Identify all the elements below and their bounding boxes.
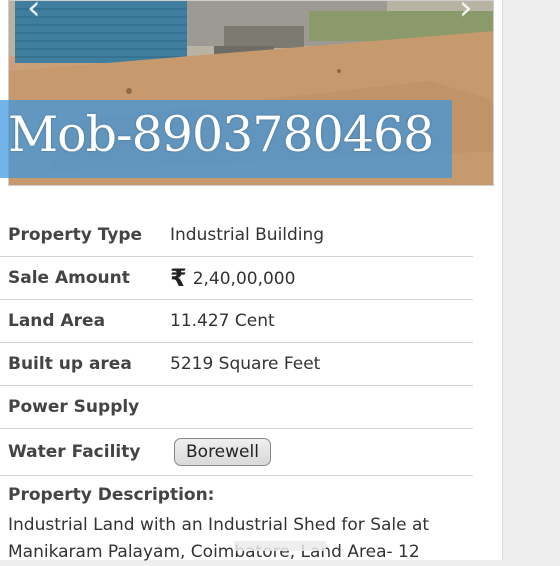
sale-amount-cell: ₹2,40,00,000 <box>170 256 473 300</box>
property-type-label: Property Type <box>0 214 170 257</box>
phone-overlay-text: Mob-8903780468 <box>8 106 434 163</box>
built-up-area-value: 5219 Square Feet <box>170 342 473 386</box>
sale-amount-value: 2,40,00,000 <box>192 269 296 289</box>
watermark <box>234 541 326 551</box>
table-row: Water Facility Borewell <box>0 428 473 476</box>
power-supply-value <box>170 385 473 429</box>
description-heading: Property Description: <box>8 485 215 505</box>
chevron-left-icon[interactable]: ‹ <box>27 1 41 25</box>
chevron-right-icon[interactable]: › <box>459 1 473 25</box>
built-up-area-label: Built up area <box>0 342 170 386</box>
table-row: Land Area 11.427 Cent <box>0 299 473 343</box>
rupee-icon: ₹ <box>170 264 187 292</box>
land-area-label: Land Area <box>0 299 170 343</box>
water-facility-cell: Borewell <box>170 428 473 476</box>
description-text: Industrial Land with an Industrial Shed … <box>8 515 430 562</box>
listing-card: ‹ › Mob-8903780468 Property Type Industr… <box>0 0 503 562</box>
sale-amount-label: Sale Amount <box>0 256 170 300</box>
table-row: Built up area 5219 Square Feet <box>0 342 473 386</box>
water-facility-label: Water Facility <box>0 428 170 476</box>
property-details-table: Property Type Industrial Building Sale A… <box>0 214 473 476</box>
land-area-value: 11.427 Cent <box>170 299 473 343</box>
power-supply-label: Power Supply <box>0 385 170 429</box>
table-row: Property Type Industrial Building <box>0 214 473 257</box>
table-row: Sale Amount ₹2,40,00,000 <box>0 256 473 300</box>
property-type-value: Industrial Building <box>170 214 473 257</box>
table-row: Power Supply <box>0 385 473 429</box>
water-facility-badge: Borewell <box>174 438 271 466</box>
